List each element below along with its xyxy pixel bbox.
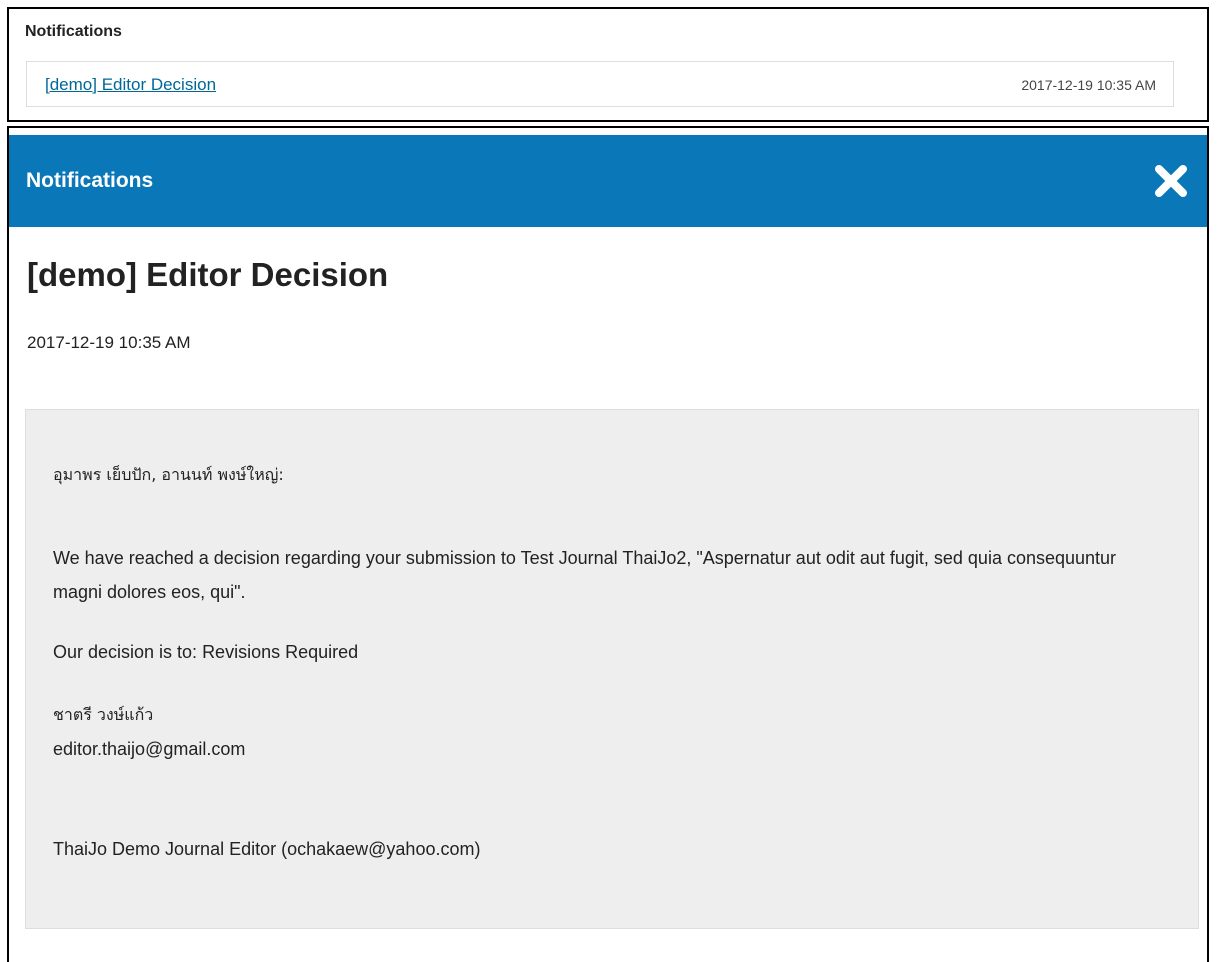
message-salutation: อุมาพร เย็บปัก, อานนท์ พงษ์ใหญ่:	[53, 465, 284, 484]
notification-link[interactable]: [demo] Editor Decision	[45, 75, 216, 95]
notification-modal: Notifications [demo] Editor Decision 201…	[7, 126, 1209, 962]
notifications-panel-title: Notifications	[25, 23, 122, 40]
message-editor-email: editor.thaijo@gmail.com	[53, 739, 246, 759]
notification-list-item: [demo] Editor Decision 2017-12-19 10:35 …	[26, 61, 1174, 107]
message-signature: ThaiJo Demo Journal Editor (ochakaew@yah…	[53, 839, 481, 859]
message-body: We have reached a decision regarding you…	[53, 548, 1117, 602]
message-editor-name: ชาตรี วงษ์แก้ว	[53, 705, 154, 724]
message-decision: Our decision is to: Revisions Required	[53, 642, 359, 662]
close-icon	[1155, 165, 1187, 197]
notification-heading: [demo] Editor Decision	[27, 256, 389, 293]
message-box: อุมาพร เย็บปัก, อานนท์ พงษ์ใหญ่: We have…	[25, 409, 1199, 929]
modal-title: Notifications	[26, 169, 154, 192]
close-button[interactable]	[1153, 163, 1189, 199]
notification-timestamp: 2017-12-19 10:35 AM	[1021, 77, 1156, 93]
notification-date: 2017-12-19 10:35 AM	[27, 333, 191, 352]
notifications-panel: Notifications [demo] Editor Decision 201…	[7, 7, 1209, 122]
modal-header: Notifications	[9, 135, 1207, 227]
